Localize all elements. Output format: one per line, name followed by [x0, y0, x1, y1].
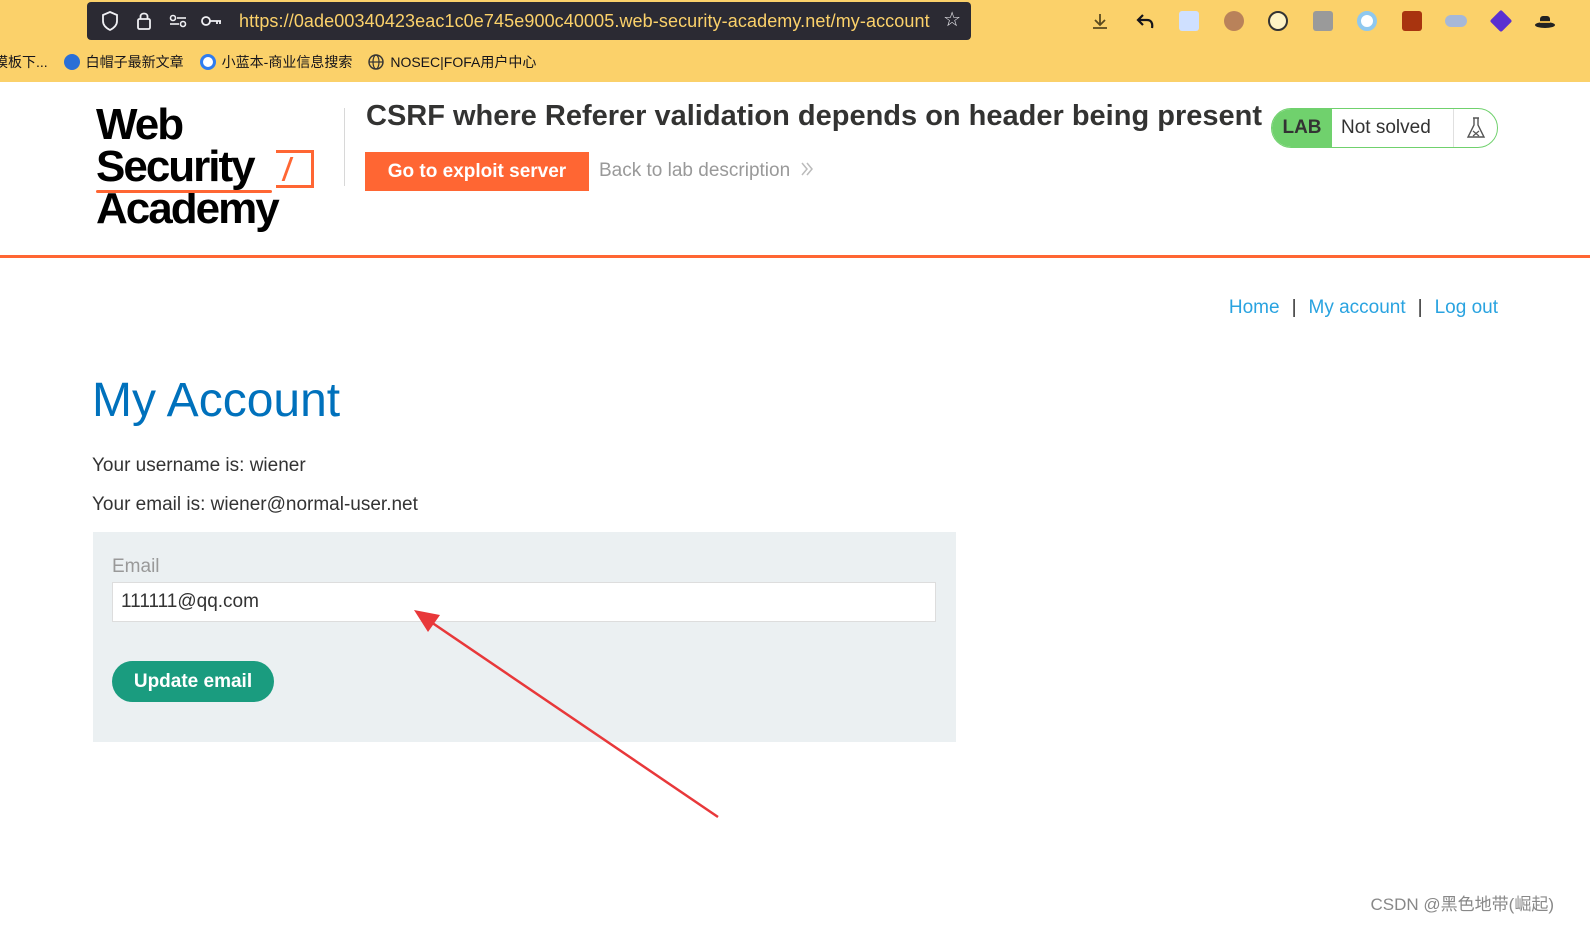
- flask-icon: [1454, 109, 1497, 147]
- logo-line-2: Academy: [96, 184, 280, 233]
- double-chevron-right-icon: [800, 161, 814, 182]
- username-text: Your username is: wiener: [92, 455, 306, 476]
- extension-gear-icon[interactable]: [1390, 8, 1435, 34]
- key-icon[interactable]: [201, 10, 223, 32]
- url-text[interactable]: https://0ade00340423eac1c0e745e900c40005…: [239, 11, 930, 32]
- permissions-icon[interactable]: [167, 10, 189, 32]
- extension-ring-icon[interactable]: [1345, 8, 1390, 34]
- exploit-server-button[interactable]: Go to exploit server: [365, 152, 589, 191]
- back-link-label: Back to lab description: [599, 160, 791, 181]
- bookmark-favicon-icon: [63, 54, 80, 70]
- address-bar[interactable]: https://0ade00340423eac1c0e745e900c40005…: [87, 2, 971, 40]
- bookmarks-bar: 模板下... 白帽子最新文章 小蓝本-商业信息搜索 NOSEC|FOFA用户中心: [0, 48, 552, 76]
- nav-log-out-link[interactable]: Log out: [1435, 297, 1498, 319]
- nav-home-link[interactable]: Home: [1229, 297, 1280, 319]
- bookmark-label: NOSEC|FOFA用户中心: [390, 54, 537, 70]
- page-title: My Account: [92, 374, 341, 427]
- lab-tag: LAB: [1272, 109, 1332, 147]
- nav-separator: |: [1291, 297, 1297, 318]
- bookmark-item[interactable]: 模板下...: [0, 52, 48, 72]
- extension-gray-icon[interactable]: [1301, 8, 1346, 34]
- cookie-icon[interactable]: [1212, 8, 1257, 34]
- bookmark-label: 小蓝本-商业信息搜索: [221, 54, 353, 70]
- cookie-editor-icon[interactable]: [1256, 8, 1301, 34]
- update-email-button[interactable]: Update email: [112, 661, 274, 702]
- extension-diamond-icon[interactable]: [1479, 8, 1524, 34]
- logo-underline: [96, 190, 272, 193]
- extension-bird-icon[interactable]: [1167, 8, 1212, 34]
- hat-icon[interactable]: [1523, 8, 1568, 34]
- download-icon[interactable]: [1078, 8, 1123, 34]
- email-input[interactable]: [112, 582, 936, 622]
- lab-status-text: Not solved: [1332, 109, 1454, 147]
- back-to-lab-description-link[interactable]: Back to lab description: [599, 160, 814, 182]
- extensions-toolbar: [1078, 8, 1568, 34]
- lab-title: CSRF where Referer validation depends on…: [366, 100, 1262, 132]
- logo-bolt-icon: [276, 150, 314, 188]
- bookmark-star-icon[interactable]: ☆: [943, 10, 961, 30]
- bookmark-label: 白帽子最新文章: [85, 54, 184, 70]
- bookmark-favicon-icon: [199, 54, 216, 70]
- globe-icon: [368, 54, 385, 70]
- undo-icon[interactable]: [1123, 8, 1168, 34]
- header-divider: [344, 108, 345, 186]
- change-email-form: Email Update email: [93, 532, 956, 742]
- bookmark-label: 模板下...: [0, 54, 48, 70]
- top-nav: Home | My account | Log out: [1229, 297, 1498, 319]
- shield-icon[interactable]: [99, 10, 121, 32]
- browser-toolbar: https://0ade00340423eac1c0e745e900c40005…: [0, 0, 1590, 82]
- bookmark-item[interactable]: 白帽子最新文章: [63, 52, 184, 72]
- lab-header: Web Security Academy CSRF where Referer …: [0, 82, 1590, 258]
- web-security-academy-logo[interactable]: Web Security Academy: [96, 103, 346, 231]
- csdn-watermark: CSDN @黑色地带(崛起): [1370, 895, 1554, 914]
- bookmark-item[interactable]: 小蓝本-商业信息搜索: [199, 52, 353, 72]
- lab-status-widget: LAB Not solved: [1271, 108, 1498, 148]
- nav-separator: |: [1417, 297, 1423, 318]
- lock-icon[interactable]: [133, 10, 155, 32]
- email-text: Your email is: wiener@normal-user.net: [92, 494, 418, 515]
- email-label: Email: [112, 556, 160, 577]
- nav-my-account-link[interactable]: My account: [1309, 297, 1406, 319]
- toggle-icon[interactable]: [1434, 8, 1479, 34]
- bookmark-item[interactable]: NOSEC|FOFA用户中心: [368, 52, 536, 72]
